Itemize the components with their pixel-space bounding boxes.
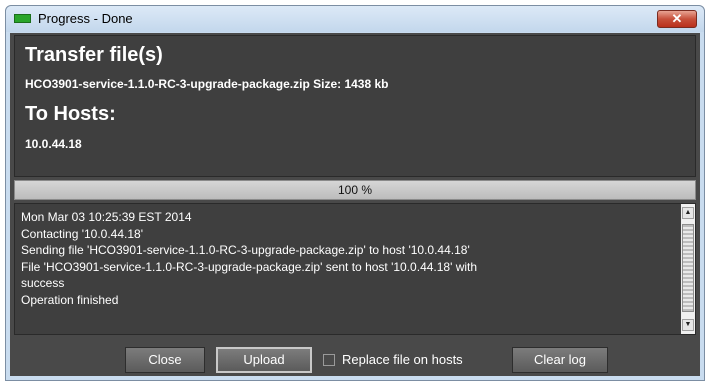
host-address: 10.0.44.18 <box>25 137 82 151</box>
replace-file-label[interactable]: Replace file on hosts <box>342 352 463 367</box>
log-line: Mon Mar 03 10:25:39 EST 2014 <box>21 210 192 224</box>
window-close-button[interactable]: ✕ <box>657 10 697 28</box>
title-bar[interactable]: Progress - Done ✕ <box>6 6 704 32</box>
log-line: Contacting '10.0.44.18' <box>21 226 144 241</box>
window-title: Progress - Done <box>38 11 133 26</box>
log-line: Sending file 'HCO3901-service-1.1.0-RC-3… <box>21 243 470 257</box>
log-lines: Mon Mar 03 10:25:39 EST 2014 Contacting … <box>21 209 671 308</box>
log-line: File 'HCO3901-service-1.1.0-RC-3-upgrade… <box>21 259 478 274</box>
progress-bar: 100 % <box>14 180 696 200</box>
transfer-info-panel: Transfer file(s) HCO3901-service-1.1.0-R… <box>14 35 696 177</box>
file-info: HCO3901-service-1.1.0-RC-3-upgrade-packa… <box>25 77 389 91</box>
log-line: success <box>21 276 65 290</box>
log-area[interactable]: Mon Mar 03 10:25:39 EST 2014 Contacting … <box>14 203 696 335</box>
progress-icon <box>14 14 31 23</box>
progress-dialog: Progress - Done ✕ Transfer file(s) HCO39… <box>5 5 705 381</box>
dialog-content: Transfer file(s) HCO3901-service-1.1.0-R… <box>10 33 700 376</box>
close-button[interactable]: Close <box>125 347 205 373</box>
log-scrollbar[interactable]: ▲ ▼ <box>681 204 695 334</box>
upload-button[interactable]: Upload <box>216 347 312 373</box>
scroll-thumb[interactable] <box>682 224 694 312</box>
replace-file-checkbox[interactable] <box>323 354 335 366</box>
hosts-heading: To Hosts: <box>25 103 116 125</box>
scroll-up-arrow-icon[interactable]: ▲ <box>682 207 694 219</box>
transfer-heading: Transfer file(s) <box>25 44 163 66</box>
scroll-down-arrow-icon[interactable]: ▼ <box>682 319 694 331</box>
log-line: Operation finished <box>21 292 119 307</box>
progress-label: 100 % <box>337 183 373 197</box>
clear-log-button[interactable]: Clear log <box>512 347 608 373</box>
